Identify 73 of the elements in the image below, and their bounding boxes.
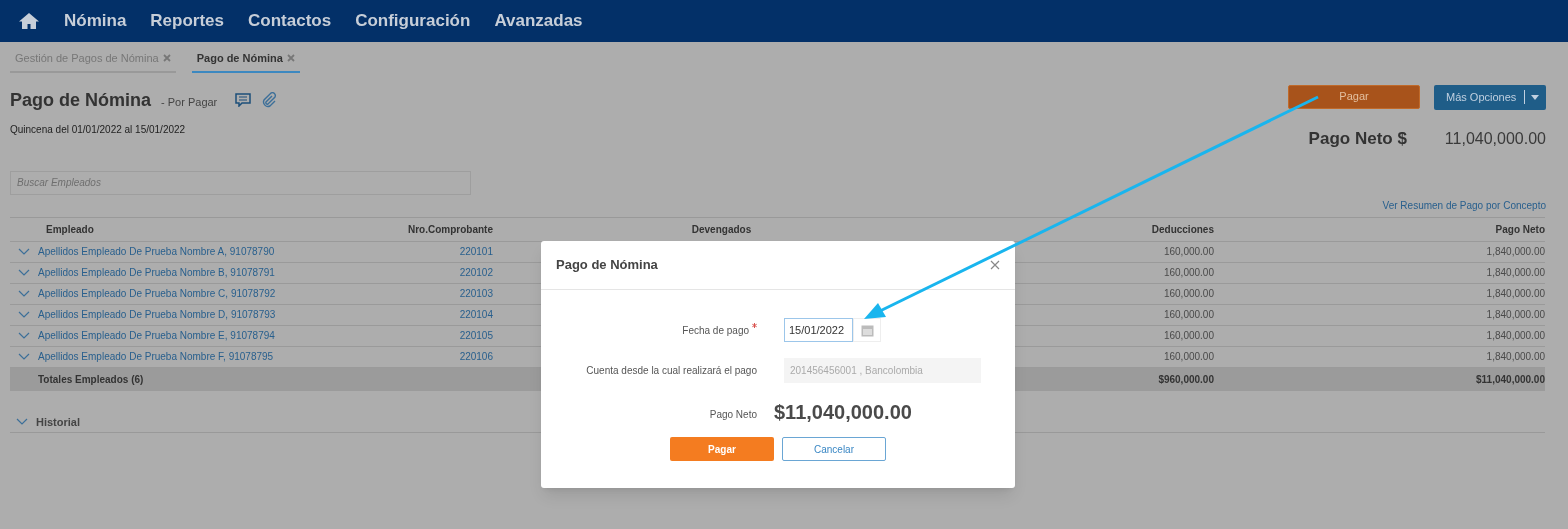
- table-cell-text: 1,840,000.00: [1485, 266, 1545, 280]
- close-icon[interactable]: [162, 54, 171, 63]
- calendar-icon: [860, 323, 874, 337]
- table-cell-text: 160,000.00: [1162, 350, 1214, 364]
- employee-link[interactable]: Apellidos Empleado De Prueba Nombre E, 91078794: [38, 328, 300, 343]
- tab[interactable]: Pago de Nómina: [191, 50, 300, 73]
- search-field[interactable]: Buscar Empleados: [10, 170, 471, 195]
- page-title: Pago de Nómina: [10, 88, 152, 112]
- field-label: Fecha de pago: [682, 323, 749, 338]
- voucher-link[interactable]: 220103: [300, 286, 493, 301]
- comment-icon[interactable]: [235, 93, 252, 107]
- more-options-button[interactable]: Más Opciones: [1434, 84, 1546, 110]
- voucher-link[interactable]: 220106: [300, 349, 493, 364]
- paperclip-icon[interactable]: [261, 92, 278, 108]
- pay-button[interactable]: Pagar: [1288, 84, 1420, 109]
- table-cell-text: 1,840,000.00: [1485, 329, 1545, 343]
- net-pay-label: Pago Neto $: [1308, 127, 1407, 150]
- net-pay-value: 11,040,000.00: [1444, 128, 1546, 149]
- voucher-link[interactable]: 220105: [300, 328, 493, 343]
- close-icon[interactable]: [990, 260, 1000, 270]
- nav-link[interactable]: Configuración: [355, 8, 471, 34]
- chevron-down-icon[interactable]: [16, 418, 28, 426]
- column-header[interactable]: Devengados: [493, 221, 950, 237]
- voucher-link[interactable]: 220101: [300, 244, 493, 259]
- chevron-down-icon[interactable]: [18, 268, 30, 277]
- table-cell-text: 160,000.00: [1162, 266, 1214, 280]
- column-header[interactable]: Empleado: [38, 221, 300, 237]
- column-header[interactable]: Pago Neto: [1214, 221, 1545, 237]
- caret-icon: [1531, 94, 1540, 100]
- table-cell-text: 160,000.00: [1162, 287, 1214, 301]
- table-cell-text: 160,000.00: [1162, 245, 1214, 259]
- voucher-link[interactable]: 220104: [300, 307, 493, 322]
- table-cell-text: 1,840,000.00: [1485, 308, 1545, 322]
- nav-link[interactable]: Avanzadas: [494, 8, 583, 34]
- section-title[interactable]: Historial: [36, 413, 80, 431]
- employee-link[interactable]: Apellidos Empleado De Prueba Nombre B, 91078791: [38, 265, 300, 280]
- tab-label: Pago de Nómina: [196, 51, 283, 66]
- employee-link[interactable]: Apellidos Empleado De Prueba Nombre F, 91078795: [38, 349, 300, 364]
- employee-link[interactable]: Apellidos Empleado De Prueba Nombre A, 91078790: [38, 244, 300, 259]
- field-label: Cuenta desde la cual realizará el pago: [585, 364, 757, 378]
- modal-title: Pago de Nómina: [556, 256, 658, 275]
- nav-link[interactable]: Nómina: [64, 8, 127, 34]
- table-cell-text: 160,000.00: [1162, 329, 1214, 343]
- table-cell-text: 1,840,000.00: [1485, 350, 1545, 364]
- page-status: - Por Pagar: [161, 94, 218, 110]
- voucher-link[interactable]: 220102: [300, 265, 493, 280]
- chevron-down-icon[interactable]: [18, 331, 30, 340]
- calendar-button[interactable]: [853, 318, 881, 342]
- nav-link[interactable]: Reportes: [150, 8, 225, 34]
- net-pay-amount: $11,040,000.00: [774, 400, 913, 425]
- table-cell-text: $11,040,000.00: [1475, 372, 1545, 387]
- chevron-down-icon[interactable]: [18, 310, 30, 319]
- table-cell-text: 160,000.00: [1162, 308, 1214, 322]
- nav-link[interactable]: Contactos: [248, 8, 332, 34]
- date-field[interactable]: 15/01/2022: [784, 318, 853, 342]
- table-cell-text: $960,000.00: [1157, 372, 1214, 387]
- home-icon[interactable]: [18, 12, 40, 30]
- totals-label: Totales Empleados (6): [38, 372, 145, 387]
- table-cell-text: 1,840,000.00: [1485, 245, 1545, 259]
- cancel-button[interactable]: Cancelar: [782, 437, 886, 461]
- chevron-down-icon[interactable]: [18, 352, 30, 361]
- field-label: Pago Neto: [708, 407, 757, 422]
- close-icon[interactable]: [286, 54, 295, 63]
- table-cell-text: 1,840,000.00: [1485, 287, 1545, 301]
- employee-link[interactable]: Apellidos Empleado De Prueba Nombre D, 91078793: [38, 307, 300, 322]
- summary-link[interactable]: Ver Resumen de Pago por Concepto: [1382, 197, 1546, 213]
- pay-button[interactable]: Pagar: [670, 437, 774, 461]
- employee-link[interactable]: Apellidos Empleado De Prueba Nombre C, 91078792: [38, 286, 300, 301]
- period-text: Quincena del 01/01/2022 al 15/01/2022: [10, 122, 187, 137]
- chevron-down-icon[interactable]: [18, 247, 30, 256]
- chevron-down-icon[interactable]: [18, 289, 30, 298]
- column-header[interactable]: Nro.Comprobante: [300, 221, 493, 237]
- column-header[interactable]: Deducciones: [950, 221, 1214, 237]
